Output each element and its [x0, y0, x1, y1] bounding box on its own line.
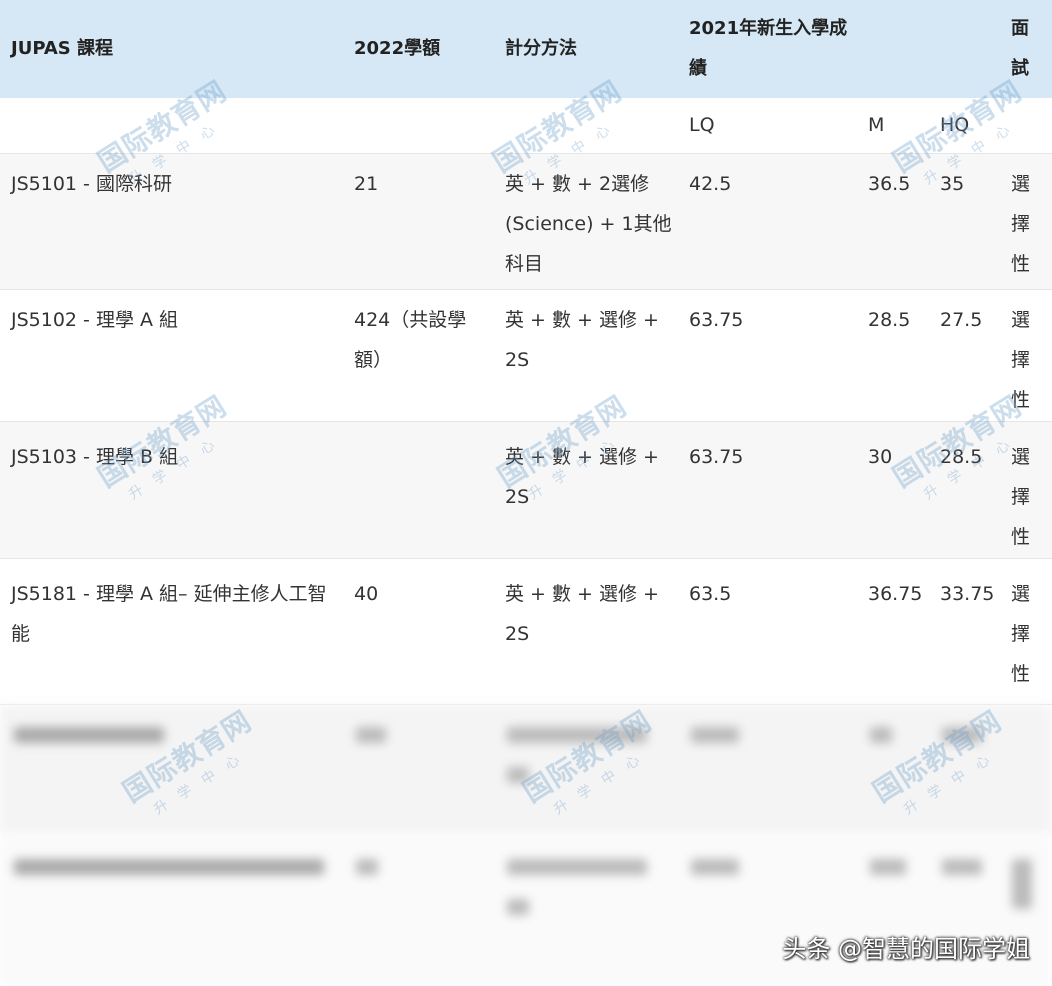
header-method: 計分方法	[505, 38, 577, 59]
row-interview: 選擇性	[1011, 173, 1031, 275]
row-m: 36.75	[868, 583, 923, 605]
row-course: JS5101 - 國際科研	[11, 173, 172, 195]
row-quota: 21	[354, 173, 379, 195]
row-hq: 27.5	[940, 309, 983, 331]
row-course: JS5181 - 理學 A 組– 延伸主修人工智能	[11, 583, 327, 645]
row-quota: 424（共設學額）	[354, 309, 467, 371]
header-course: JUPAS 課程	[11, 38, 114, 59]
header-interview: 面試	[1011, 18, 1029, 79]
row-interview: 選擇性	[1011, 309, 1031, 411]
row-lq: 63.75	[689, 446, 744, 468]
row-hq: 28.5	[940, 446, 983, 468]
row-lq: 63.5	[689, 583, 732, 605]
table-row: JS5101 - 國際科研 21 英 + 數 + 2選修 (Science) +…	[0, 154, 1052, 290]
table-row: JS5181 - 理學 A 組– 延伸主修人工智能 40 英 + 數 + 選修 …	[0, 559, 1052, 705]
subheader-hq: HQ	[940, 114, 970, 136]
row-course: JS5103 - 理學 B 組	[11, 446, 179, 468]
table-subheader-row: LQ M HQ	[0, 98, 1052, 154]
row-hq: 35	[940, 173, 965, 195]
header-quota: 2022學額	[354, 38, 441, 59]
table-row: JS5102 - 理學 A 組 424（共設學額） 英 + 數 + 選修 + 2…	[0, 290, 1052, 422]
blurred-row	[0, 705, 1052, 835]
row-hq: 33.75	[940, 583, 995, 605]
row-course: JS5102 - 理學 A 組	[11, 309, 179, 331]
row-method: 英 + 數 + 選修 + 2S	[505, 309, 659, 371]
table-header-row: JUPAS 課程 2022學額 計分方法 2021年新生入學成績 面試	[0, 0, 1052, 98]
row-method: 英 + 數 + 2選修 (Science) + 1其他科目	[505, 173, 672, 275]
subheader-lq: LQ	[689, 114, 715, 136]
row-quota: 40	[354, 583, 379, 605]
row-m: 36.5	[868, 173, 911, 195]
table-row: JS5103 - 理學 B 組 英 + 數 + 選修 + 2S 63.75 30…	[0, 422, 1052, 559]
row-interview: 選擇性	[1011, 583, 1031, 685]
subheader-m: M	[868, 114, 885, 136]
row-lq: 42.5	[689, 173, 732, 195]
row-lq: 63.75	[689, 309, 744, 331]
source-credit: 头条 @智慧的国际学姐	[782, 935, 1030, 963]
row-m: 28.5	[868, 309, 911, 331]
row-method: 英 + 數 + 選修 + 2S	[505, 446, 659, 508]
header-scores: 2021年新生入學成績	[689, 18, 848, 79]
row-method: 英 + 數 + 選修 + 2S	[505, 583, 659, 645]
row-m: 30	[868, 446, 893, 468]
row-interview: 選擇性	[1011, 446, 1031, 548]
